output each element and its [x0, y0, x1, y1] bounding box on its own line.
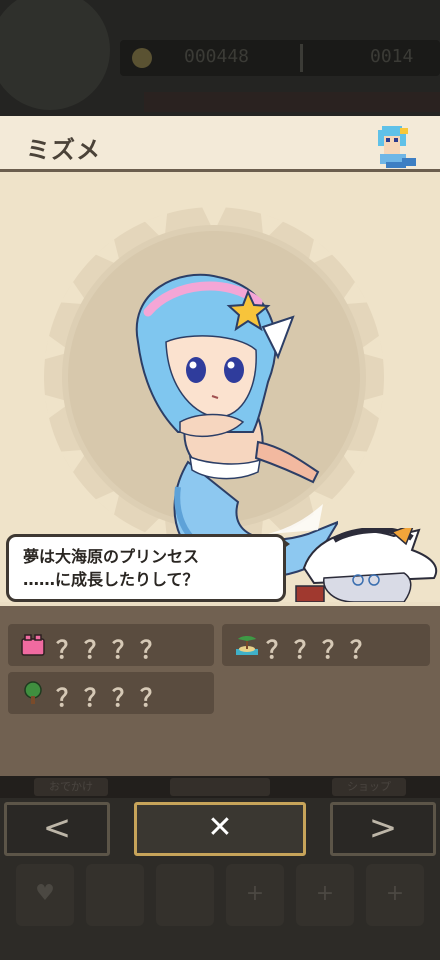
background-slot-add: +: [366, 864, 424, 926]
character-pixel-sprite-icon: [378, 126, 416, 168]
requirement-item: ？？？？: [8, 624, 214, 666]
requirement-item: ？？？？: [222, 624, 430, 666]
background-tab-middle: [170, 778, 270, 796]
requirement-text: ？？？？: [266, 636, 378, 664]
background-slot-add: +: [226, 864, 284, 926]
background-header: 000448 0014: [0, 0, 440, 118]
currency-separator: [300, 44, 303, 72]
speech-bubble: 夢は大海原のプリンセス ……に成長したりして？: [6, 534, 286, 602]
close-button[interactable]: ✕: [134, 802, 306, 856]
pink-block-icon: [21, 634, 45, 656]
character-detail-modal: ミズメ 夢は大海原のプリンセス ……に成長したりして？ ？？？？ ？？？？ ？？…: [0, 116, 440, 776]
background-slot-add: +: [296, 864, 354, 926]
requirement-text: ？？？？: [56, 636, 168, 664]
requirement-item: ？？？？: [8, 672, 214, 714]
speech-text: 夢は大海原のプリンセス ……に成長したりして？: [23, 545, 199, 591]
next-button[interactable]: >: [330, 802, 436, 856]
speech-line: ……に成長したりして？: [23, 570, 199, 589]
background-character-avatar: [0, 0, 110, 110]
background-slot-empty: [86, 864, 144, 926]
island-icon: [236, 636, 258, 655]
background-tab-outing: おでかけ: [34, 778, 108, 796]
background-tab-shop: ショップ: [332, 778, 406, 796]
background-slot-empty: [156, 864, 214, 926]
modal-header: ミズメ: [0, 116, 440, 172]
character-name: ミズメ: [26, 136, 101, 164]
background-slot-heart: ♥: [16, 864, 74, 926]
coin-icon: [132, 48, 152, 68]
guide-character-illustration: [295, 528, 438, 602]
tree-icon: [24, 681, 42, 704]
speech-line: 夢は大海原のプリンセス: [23, 547, 200, 566]
unlock-requirements-panel: ？？？？ ？？？？ ？？？？: [0, 606, 440, 776]
requirement-text: ？？？？: [56, 684, 168, 712]
gem-count: 0014: [370, 46, 414, 67]
background-ribbon: [144, 92, 440, 112]
previous-button[interactable]: <: [4, 802, 110, 856]
coin-count: 000448: [184, 46, 250, 67]
